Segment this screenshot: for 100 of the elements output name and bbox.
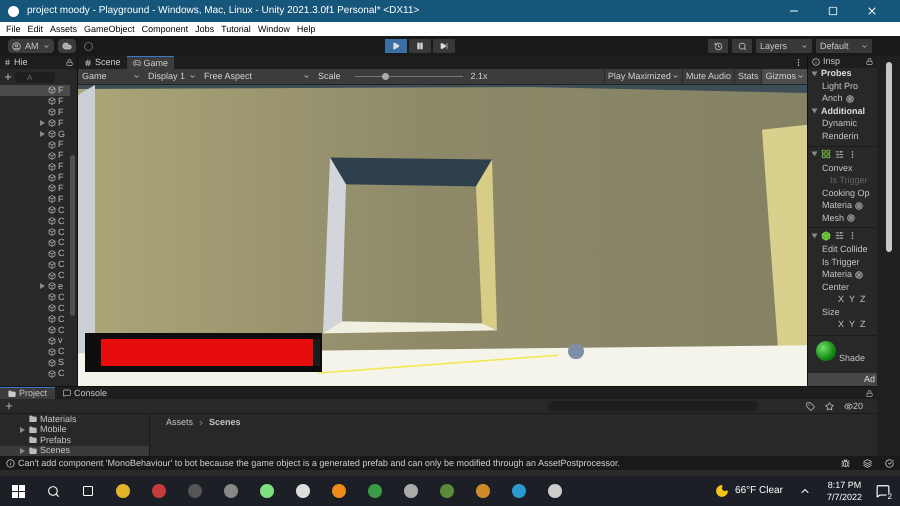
folder-item[interactable]: Mobile — [0, 424, 149, 435]
settings-icon[interactable] — [835, 231, 844, 240]
hierarchy-item[interactable]: F — [0, 194, 70, 205]
game-toolbar-toggle[interactable]: Play Maximized — [604, 69, 682, 84]
menu-item[interactable]: Jobs — [195, 24, 214, 34]
hierarchy-item[interactable]: v — [0, 335, 70, 346]
hierarchy-item[interactable]: F — [0, 106, 70, 118]
pause-button[interactable] — [409, 39, 432, 53]
display-dropdown[interactable]: Display 1 — [144, 72, 200, 81]
hierarchy-item[interactable]: C — [0, 314, 70, 325]
search-button[interactable] — [732, 39, 752, 53]
hierarchy-item[interactable]: S — [0, 357, 70, 368]
hierarchy-item[interactable]: C — [0, 302, 70, 314]
hierarchy-item[interactable]: C — [0, 368, 70, 380]
maximize-icon[interactable] — [828, 6, 838, 16]
expand-arrow-icon[interactable] — [40, 283, 45, 290]
game-toolbar-toggle[interactable]: Mute Audio — [682, 69, 734, 84]
hierarchy-item[interactable]: F — [0, 161, 70, 172]
app-icon[interactable] — [476, 484, 490, 498]
app-icon[interactable] — [548, 484, 562, 498]
hierarchy-item[interactable]: e — [0, 281, 70, 292]
step-button[interactable] — [433, 39, 456, 53]
history-button[interactable] — [708, 39, 728, 53]
panel-tab[interactable]: Hie — [14, 58, 28, 67]
add-component-button[interactable]: Ad — [808, 373, 877, 386]
app-icon[interactable] — [296, 484, 310, 498]
notification-icon[interactable] — [876, 484, 890, 498]
bug-icon[interactable] — [841, 458, 850, 468]
account-dropdown[interactable]: AM — [8, 39, 54, 53]
hierarchy-item[interactable]: F — [0, 139, 70, 150]
scrollbar[interactable] — [886, 62, 892, 252]
hierarchy-item[interactable]: F — [0, 172, 70, 184]
object-picker-icon[interactable] — [855, 270, 864, 279]
hierarchy-item[interactable]: C — [0, 346, 70, 358]
app-icon[interactable] — [404, 484, 418, 498]
hierarchy-item[interactable]: C — [0, 237, 70, 248]
close-icon[interactable] — [866, 5, 878, 17]
expand-arrow-icon[interactable] — [812, 71, 818, 76]
menu-item[interactable]: Component — [142, 24, 188, 34]
hierarchy-item[interactable]: F — [0, 85, 70, 96]
menu-item[interactable]: Tutorial — [221, 24, 251, 34]
panel-tab[interactable]: Console — [55, 387, 116, 399]
layers-dropdown[interactable]: Layers — [756, 39, 812, 53]
hierarchy-item[interactable]: G — [0, 128, 70, 140]
hierarchy-item[interactable]: F — [0, 118, 70, 129]
scrollbar[interactable] — [70, 155, 75, 316]
hierarchy-item[interactable]: C — [0, 216, 70, 227]
app-icon[interactable] — [512, 484, 526, 498]
check-icon[interactable] — [885, 458, 894, 468]
menu-item[interactable]: Edit — [28, 24, 44, 34]
app-icon[interactable] — [260, 484, 274, 498]
folder-item[interactable]: Materials — [0, 414, 149, 424]
cloud-button[interactable] — [58, 39, 76, 53]
breadcrumb-item[interactable]: Assets — [166, 418, 194, 427]
tag-icon[interactable] — [806, 402, 815, 410]
menu-item[interactable]: File — [6, 24, 21, 34]
folder-item[interactable]: Prefabs — [0, 435, 149, 446]
layout-dropdown[interactable]: Default — [816, 39, 872, 53]
settings-icon[interactable] — [835, 150, 844, 159]
view-dropdown[interactable]: Game — [78, 72, 144, 81]
hierarchy-item[interactable]: C — [0, 259, 70, 270]
lock-icon[interactable] — [66, 59, 73, 66]
hierarchy-item[interactable]: C — [0, 292, 70, 303]
clock[interactable]: 8:17 PM 7/7/2022 — [826, 479, 862, 503]
scale-slider[interactable] — [354, 72, 463, 80]
app-icon[interactable] — [332, 484, 346, 498]
menu-item[interactable]: Window — [258, 24, 290, 34]
menu-item[interactable]: GameObject — [84, 24, 135, 34]
layers-icon[interactable] — [863, 458, 872, 468]
object-picker-icon[interactable] — [846, 94, 854, 103]
view-tab[interactable]: Scene — [78, 56, 127, 69]
hierarchy-item[interactable]: C — [0, 226, 70, 238]
hierarchy-item[interactable]: F — [0, 96, 70, 107]
folder-item[interactable]: Scenes — [0, 446, 149, 456]
hierarchy-item[interactable]: C — [0, 324, 70, 336]
task-view-icon[interactable] — [82, 485, 94, 497]
start-icon[interactable] — [12, 484, 25, 498]
hierarchy-item[interactable]: C — [0, 204, 70, 216]
search-field[interactable]: A — [15, 72, 55, 82]
search-icon[interactable] — [47, 484, 60, 498]
add-icon[interactable] — [4, 401, 14, 411]
hierarchy-item[interactable]: F — [0, 150, 70, 162]
weather-text[interactable]: 66°F Clear — [735, 486, 783, 496]
game-toolbar-toggle[interactable]: Gizmos — [761, 69, 807, 84]
breadcrumb-item[interactable]: Scenes — [209, 418, 241, 427]
expand-arrow-icon[interactable] — [812, 152, 818, 157]
eye-icon[interactable] — [844, 402, 853, 410]
star-icon[interactable] — [824, 402, 834, 410]
hierarchy-item[interactable]: F — [0, 183, 70, 194]
expand-arrow-icon[interactable] — [812, 108, 818, 114]
hierarchy-item[interactable]: C — [0, 248, 70, 260]
lock-icon[interactable] — [866, 58, 873, 66]
lock-icon[interactable] — [866, 390, 873, 396]
menu-item[interactable]: Assets — [50, 24, 78, 34]
add-icon[interactable] — [3, 72, 13, 82]
hierarchy-item[interactable]: C — [0, 270, 70, 282]
menu-item[interactable]: Help — [296, 24, 316, 34]
play-button[interactable] — [385, 39, 408, 53]
slider-thumb[interactable] — [382, 73, 389, 80]
panel-tab[interactable]: Project — [0, 387, 56, 399]
